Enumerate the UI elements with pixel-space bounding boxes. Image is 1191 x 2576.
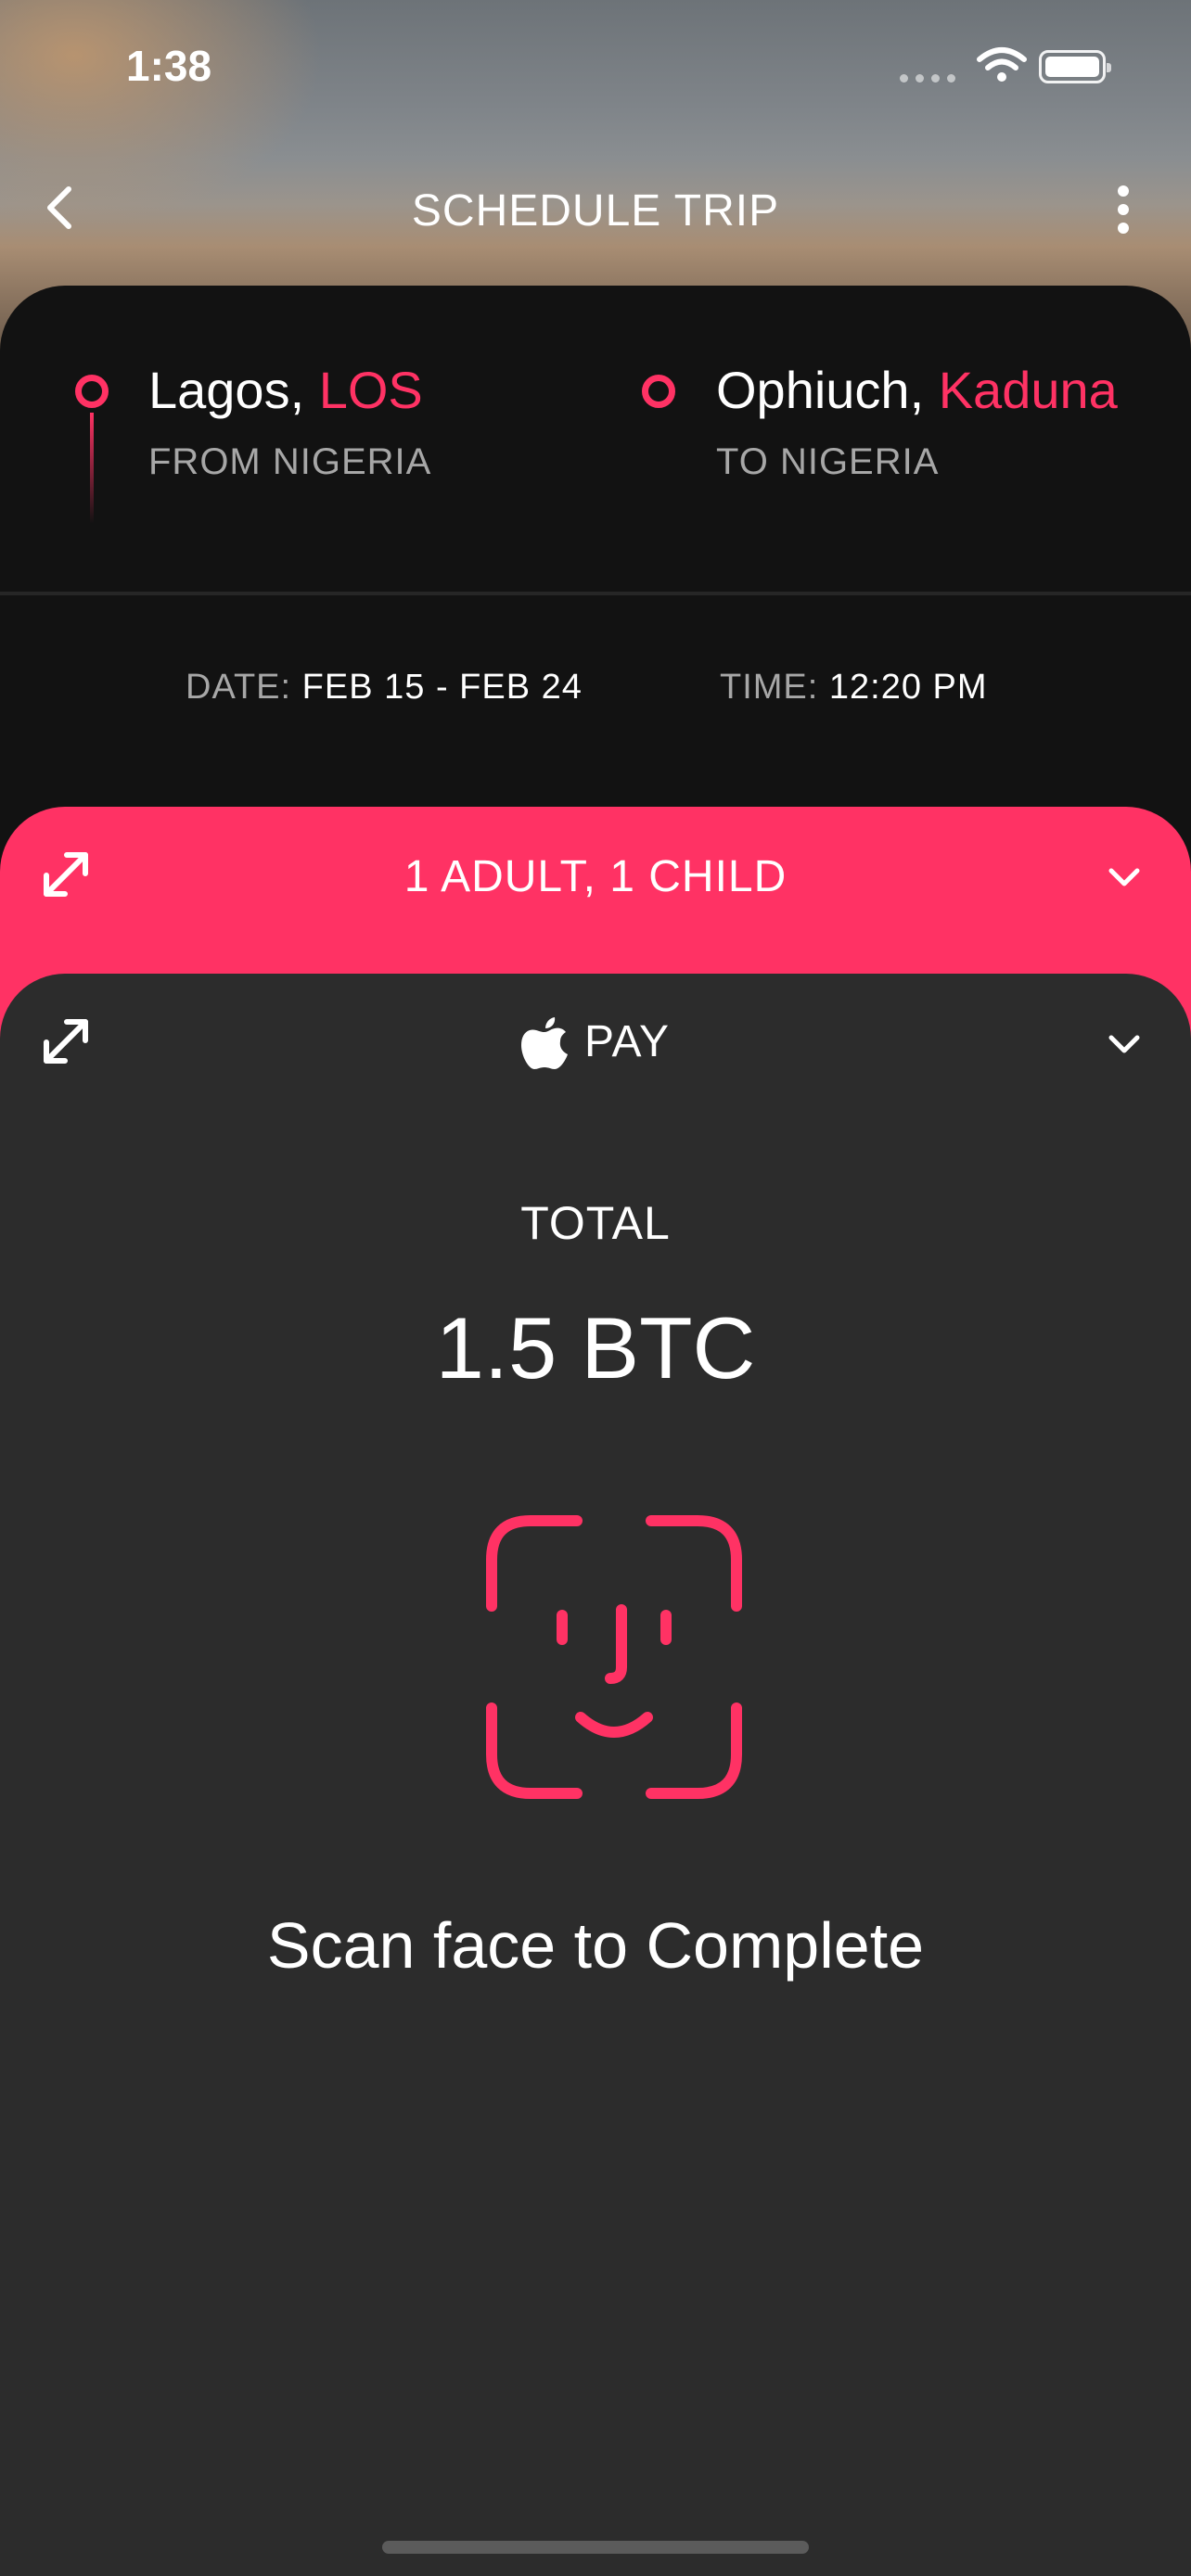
- chevron-down-icon[interactable]: [1106, 859, 1143, 896]
- payment-method[interactable]: PAY: [0, 1016, 1191, 1071]
- total-value: 1.5 BTC: [435, 1299, 756, 1396]
- face-id-icon[interactable]: [484, 1513, 744, 1801]
- navigation-bar: SCHEDULE TRIP: [0, 167, 1191, 250]
- status-bar: 1:38: [0, 0, 1191, 130]
- trip-time[interactable]: TIME: 12:20 PM: [720, 668, 988, 708]
- date-value: FEB 15 - FEB 24: [301, 668, 583, 707]
- destination-city: Ophiuch, Kaduna: [716, 361, 1118, 419]
- payment-method-label: PAY: [584, 1017, 670, 1066]
- trip-date[interactable]: DATE: FEB 15 - FEB 24: [186, 668, 583, 708]
- page-title: SCHEDULE TRIP: [411, 186, 780, 236]
- divider: [0, 592, 1191, 595]
- location-pin-icon: [75, 375, 109, 408]
- status-time: 1:38: [126, 42, 212, 90]
- date-label: DATE:: [186, 668, 292, 707]
- destination-country: TO NIGERIA: [716, 441, 940, 482]
- location-pin-icon: [642, 375, 675, 408]
- passengers-label: 1 ADULT, 1 CHILD: [403, 852, 788, 901]
- battery-icon: [1039, 50, 1111, 83]
- time-label: TIME:: [720, 668, 819, 707]
- scan-face-prompt: Scan face to Complete: [266, 1909, 925, 1982]
- origin-city: Lagos, LOS: [148, 361, 423, 419]
- total-label: TOTAL: [520, 1197, 671, 1249]
- route-line: [90, 413, 94, 524]
- wifi-icon: [977, 47, 1027, 82]
- home-indicator[interactable]: [382, 2541, 809, 2554]
- chevron-down-icon[interactable]: [1106, 1026, 1143, 1063]
- more-vertical-icon[interactable]: [1109, 184, 1137, 236]
- apple-logo-icon: [521, 1017, 569, 1070]
- origin-country: FROM NIGERIA: [148, 441, 432, 482]
- cellular-signal-icon: [900, 74, 955, 83]
- time-value: 12:20 PM: [828, 668, 988, 707]
